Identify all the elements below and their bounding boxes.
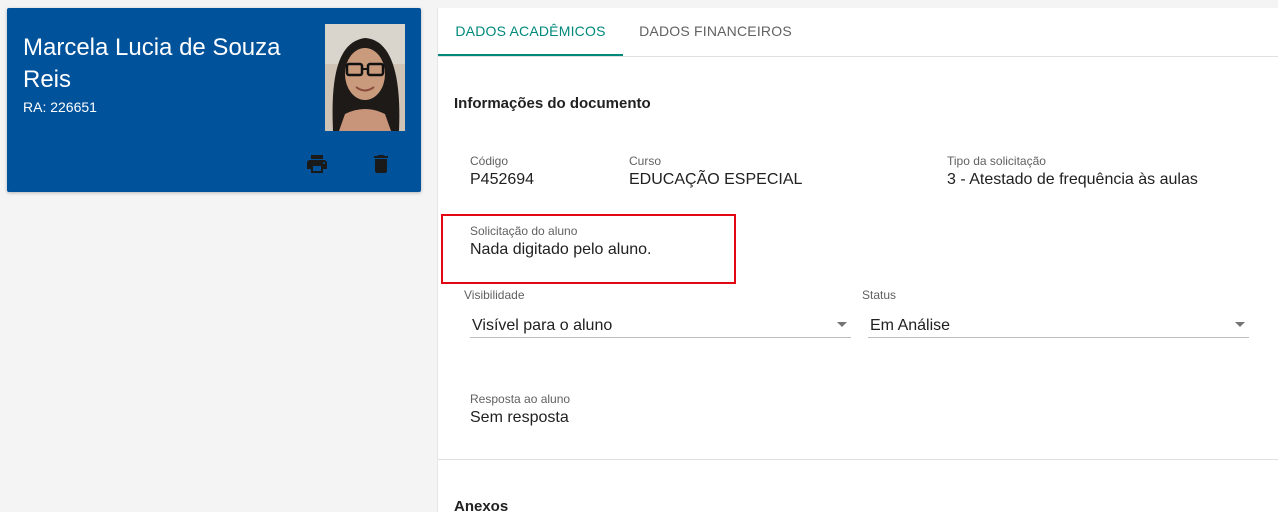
status-value: Em Análise xyxy=(870,317,951,334)
tipo-solicitacao-label: Tipo da solicitação xyxy=(947,154,1046,168)
solicitacao-label: Solicitação do aluno xyxy=(470,224,578,238)
print-icon xyxy=(307,155,327,173)
curso-value: EDUCAÇÃO ESPECIAL xyxy=(629,171,803,188)
section-title-document-info: Informações do documento xyxy=(454,95,651,112)
resposta-value: Sem resposta xyxy=(470,409,569,426)
curso-label: Curso xyxy=(629,154,662,168)
tab-dados-academicos[interactable]: DADOS ACADÊMICOS xyxy=(438,8,623,56)
delete-button[interactable] xyxy=(369,152,393,176)
tab-bar: DADOS ACADÊMICOS DADOS FINANCEIROS xyxy=(438,8,1278,57)
chevron-down-icon xyxy=(837,322,847,327)
delete-icon xyxy=(374,155,388,173)
main-panel: DADOS ACADÊMICOS DADOS FINANCEIROS Infor… xyxy=(437,8,1278,512)
codigo-label: Código xyxy=(470,154,509,168)
student-card: Marcela Lucia de Souza Reis RA: 226651 xyxy=(7,8,421,192)
visibilidade-select[interactable]: Visível para o aluno xyxy=(470,310,851,338)
status-select[interactable]: Em Análise xyxy=(868,310,1249,338)
section-title-anexos: Anexos xyxy=(454,498,509,512)
section-divider xyxy=(438,459,1278,460)
student-ra: RA: 226651 xyxy=(23,99,97,115)
codigo-value: P452694 xyxy=(470,171,535,188)
visibilidade-value: Visível para o aluno xyxy=(472,317,613,334)
print-button[interactable] xyxy=(305,152,329,176)
solicitacao-value: Nada digitado pelo aluno. xyxy=(470,241,652,258)
chevron-down-icon xyxy=(1235,322,1245,327)
resposta-label: Resposta ao aluno xyxy=(470,392,571,406)
tipo-solicitacao-value: 3 - Atestado de frequência às aulas xyxy=(947,171,1198,188)
tab-dados-financeiros[interactable]: DADOS FINANCEIROS xyxy=(623,8,808,56)
visibilidade-label: Visibilidade xyxy=(464,288,525,302)
student-photo xyxy=(325,24,405,131)
status-label: Status xyxy=(862,288,897,302)
student-name: Marcela Lucia de Souza Reis xyxy=(23,34,281,93)
